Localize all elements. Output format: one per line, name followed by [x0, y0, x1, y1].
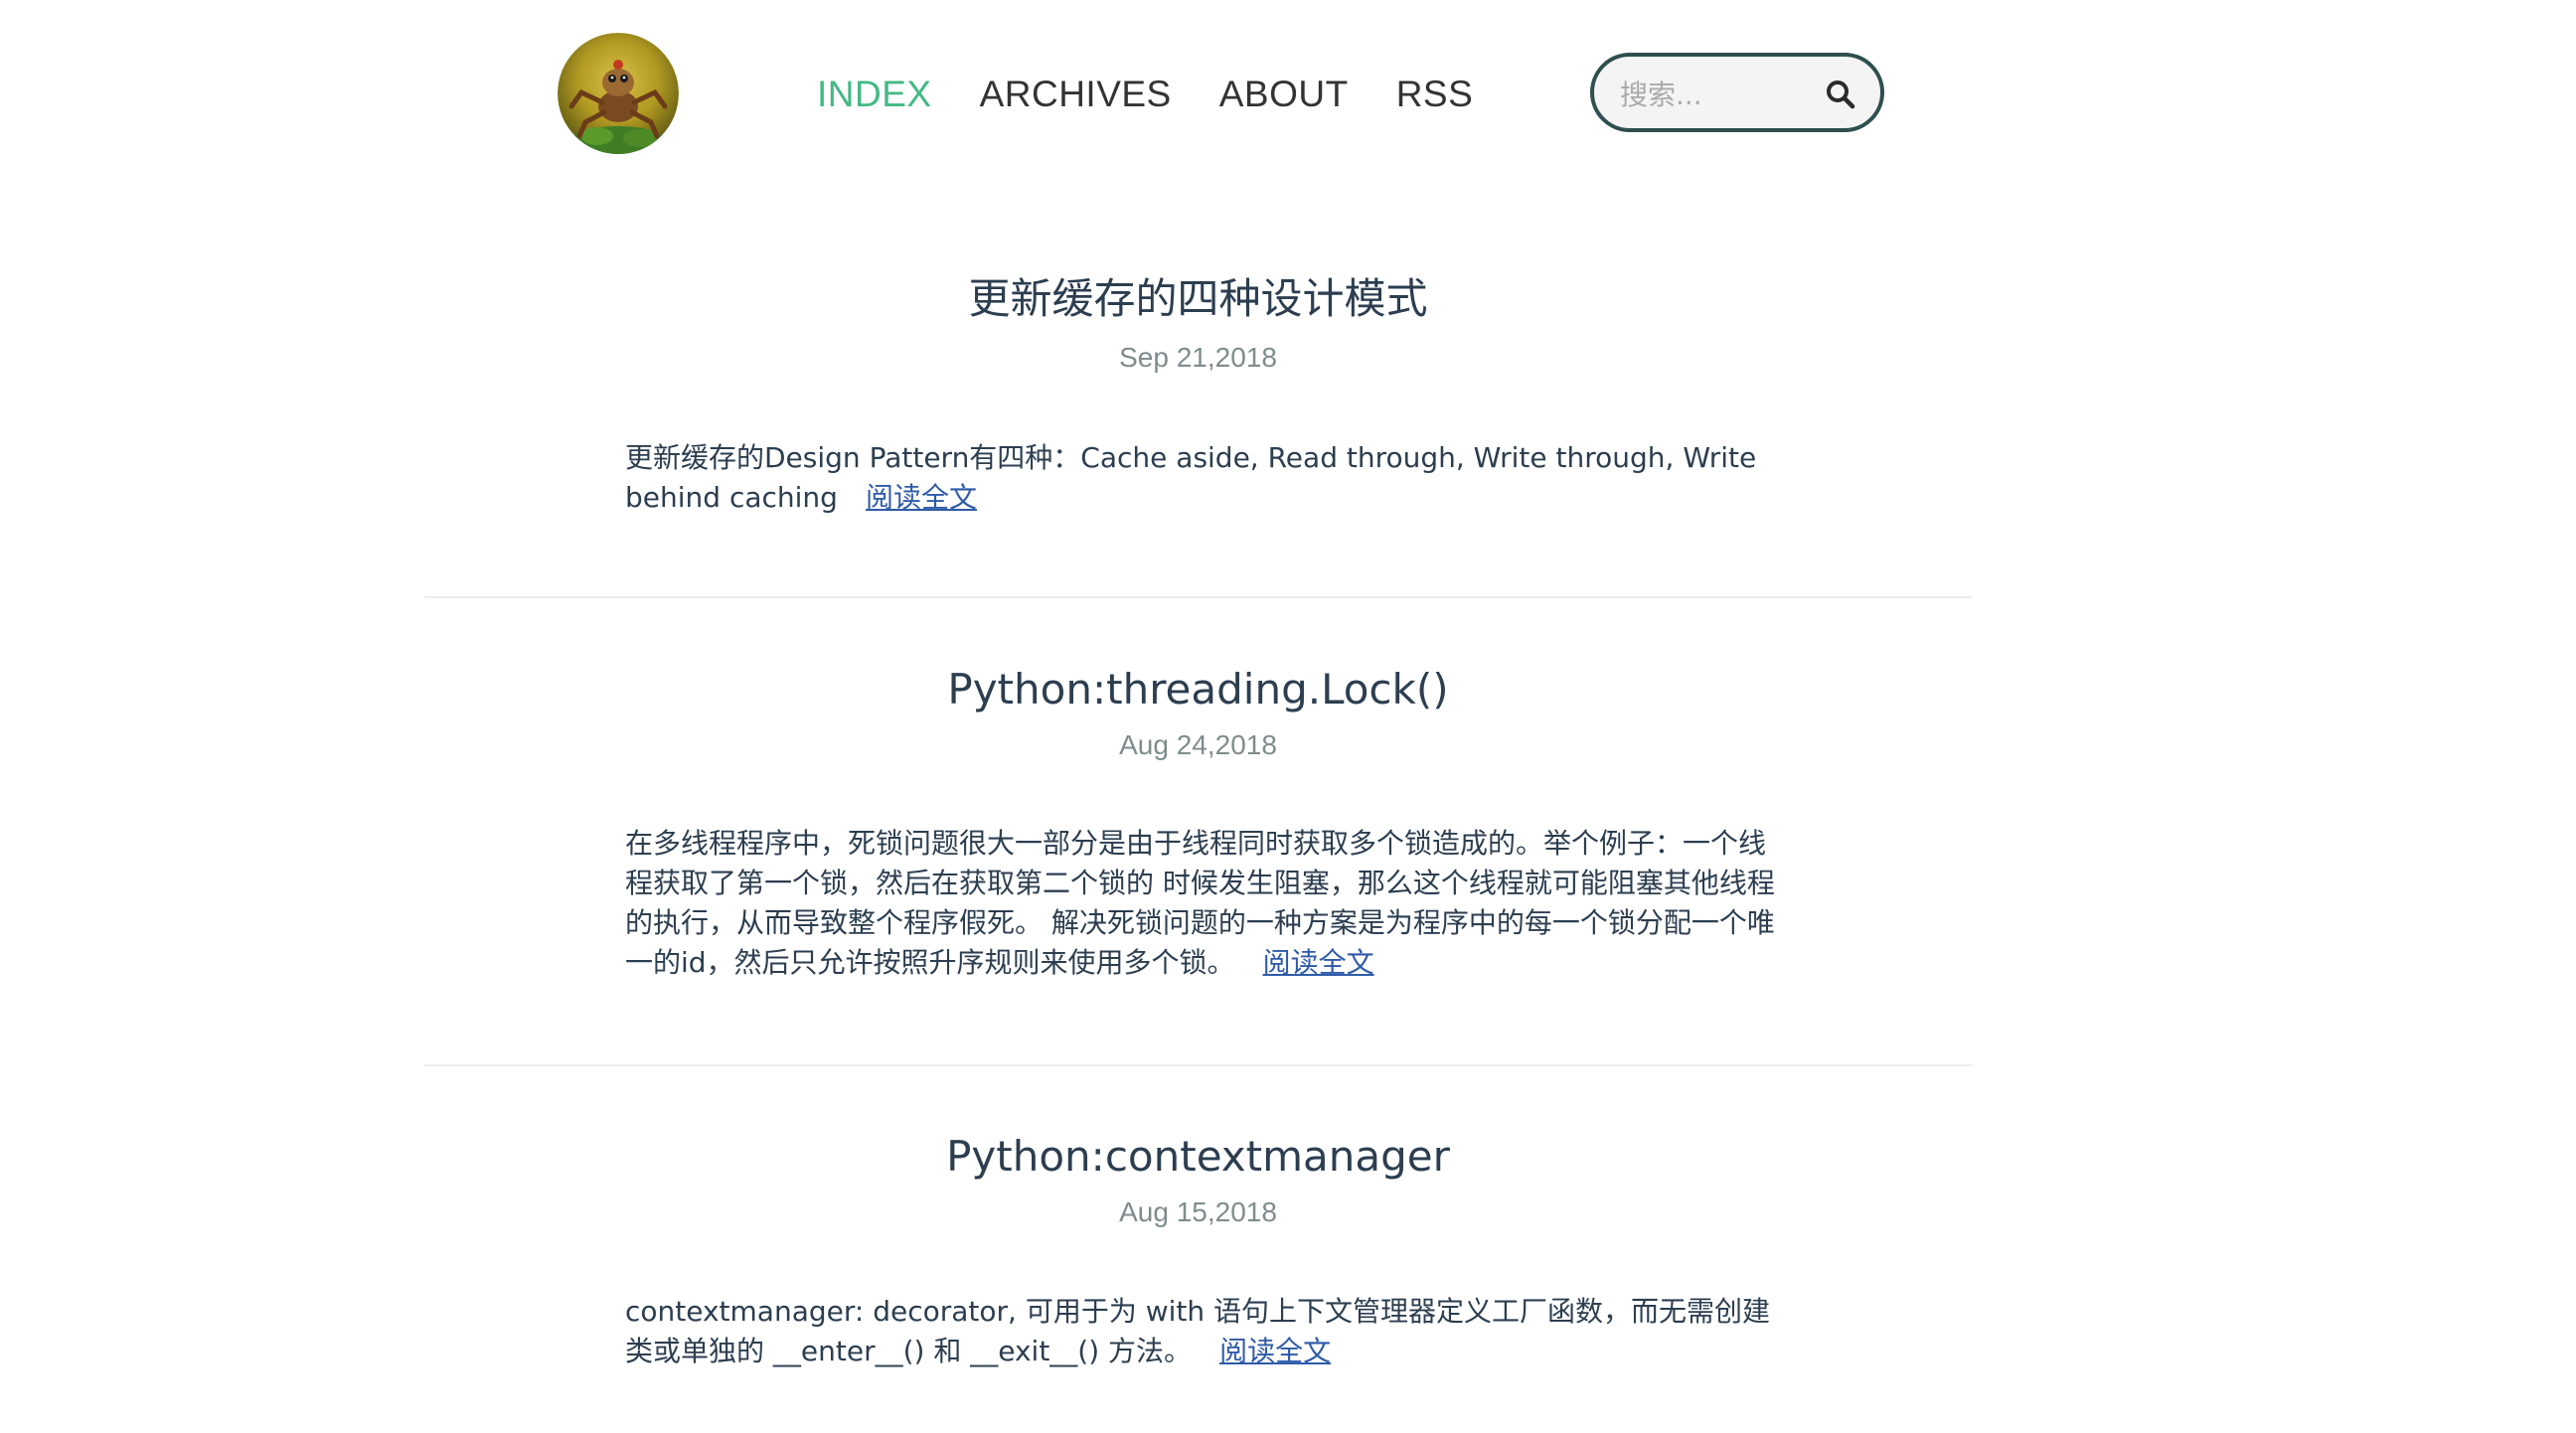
post-excerpt: 更新缓存的Design Pattern有四种：Cache aside, Read… — [625, 438, 1778, 518]
post-excerpt-text: contextmanager: decorator, 可用于为 with 语句上… — [625, 1295, 1771, 1367]
post-date: Aug 24,2018 — [1119, 729, 1277, 760]
search-input[interactable] — [1620, 75, 1819, 114]
post-title[interactable]: Python:contextmanager — [424, 1130, 1972, 1184]
post-divider — [424, 1064, 1972, 1066]
search-icon — [1827, 80, 1855, 109]
post-date: Aug 15,2018 — [1119, 1196, 1277, 1227]
nav-item-about[interactable]: ABOUT — [1219, 74, 1349, 115]
site-header: INDEX ARCHIVES ABOUT RSS — [0, 0, 2576, 189]
post-excerpt-text: 在多线程程序中，死锁问题很大一部分是由于线程同时获取多个锁造成的。举个例子：一个… — [625, 827, 1775, 979]
read-more-link[interactable]: 阅读全文 — [1219, 1335, 1331, 1367]
post-excerpt-text: 更新缓存的Design Pattern有四种：Cache aside, Read… — [625, 441, 1757, 514]
avatar-image-icon — [558, 33, 679, 154]
nav-item-rss[interactable]: RSS — [1396, 74, 1474, 115]
post-excerpt: contextmanager: decorator, 可用于为 with 语句上… — [625, 1292, 1778, 1371]
avatar[interactable] — [558, 33, 679, 154]
post-excerpt: 在多线程程序中，死锁问题很大一部分是由于线程同时获取多个锁造成的。举个例子：一个… — [625, 824, 1778, 983]
nav-item-index[interactable]: INDEX — [817, 74, 932, 115]
search-box — [1590, 53, 1884, 132]
search-button[interactable] — [1825, 79, 1856, 110]
post-title[interactable]: 更新缓存的四种设计模式 — [424, 272, 1972, 326]
post-date: Sep 21,2018 — [1119, 342, 1277, 373]
main-nav: INDEX ARCHIVES ABOUT RSS — [817, 68, 1521, 121]
read-more-link[interactable]: 阅读全文 — [866, 481, 977, 514]
nav-item-archives[interactable]: ARCHIVES — [980, 74, 1172, 115]
post-title[interactable]: Python:threading.Lock() — [424, 663, 1972, 716]
post-divider — [424, 596, 1972, 598]
read-more-link[interactable]: 阅读全文 — [1263, 946, 1374, 979]
